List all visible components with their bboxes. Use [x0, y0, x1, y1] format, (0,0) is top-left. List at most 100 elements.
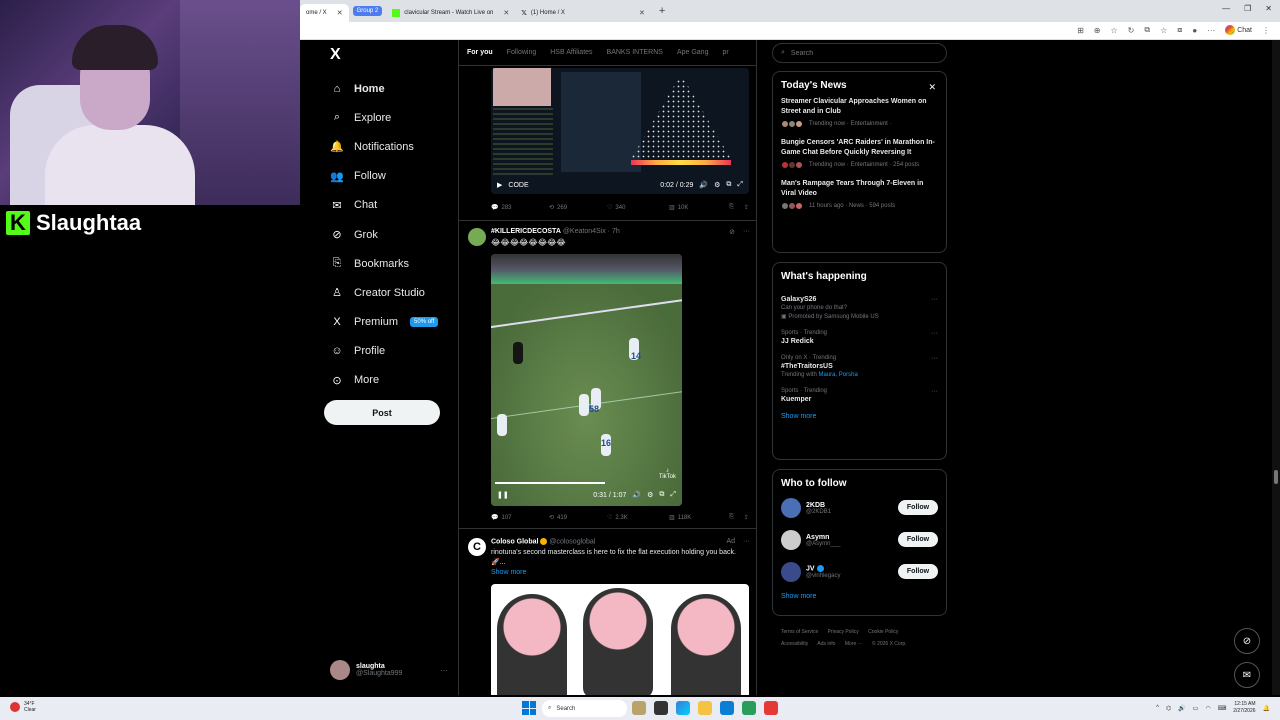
- tab-following[interactable]: Following: [507, 49, 537, 56]
- profile-icon[interactable]: ●: [1192, 26, 1197, 35]
- fullscreen-icon[interactable]: ⤢: [737, 181, 743, 189]
- browser-tab[interactable]: ome / X ✕: [300, 4, 349, 22]
- close-tab-icon[interactable]: ✕: [639, 9, 645, 17]
- sidebar-item-grok[interactable]: ⊘ Grok: [330, 220, 450, 249]
- scrollbar[interactable]: [1272, 40, 1280, 695]
- more-dots-icon[interactable]: ···: [931, 330, 938, 337]
- like-button[interactable]: ♡ 2.3K: [607, 514, 669, 522]
- sidebar-item-follow[interactable]: 👥 Follow: [330, 162, 450, 191]
- more-dots-icon[interactable]: ···: [440, 666, 448, 675]
- play-icon[interactable]: ▶: [497, 181, 502, 189]
- repost-button[interactable]: ⟲ 419: [549, 514, 607, 522]
- post-button[interactable]: Post: [324, 400, 440, 425]
- trend-item[interactable]: Sports · Trending Kuemper ···: [781, 388, 938, 403]
- sidebar-item-premium[interactable]: X Premium 50% off: [330, 308, 450, 337]
- taskbar-search[interactable]: ⌕ Search: [542, 700, 627, 717]
- sidebar-item-chat[interactable]: ✉ Chat: [330, 191, 450, 220]
- close-tab-icon[interactable]: ✕: [503, 9, 509, 17]
- minimize-icon[interactable]: —: [1222, 4, 1230, 13]
- close-tab-icon[interactable]: ✕: [337, 9, 343, 17]
- footer-link[interactable]: Ads info: [817, 641, 835, 647]
- tab-hsb-affiliates[interactable]: HSB Affiliates: [550, 49, 592, 56]
- more-dots-icon[interactable]: ···: [931, 355, 938, 362]
- refresh-icon[interactable]: ↻: [1128, 26, 1135, 35]
- tab-group-label[interactable]: Group 2: [352, 6, 383, 16]
- browser-tab[interactable]: 𝕏 (1) Home / X ✕: [515, 4, 651, 22]
- news-item[interactable]: Man's Rampage Tears Through 7-Eleven in …: [781, 179, 938, 210]
- tab-banks-interns[interactable]: BANKS INTERNS: [607, 49, 663, 56]
- footer-link[interactable]: Privacy Policy: [828, 629, 859, 635]
- bookmark-icon[interactable]: ⎘: [729, 514, 734, 521]
- footer-link[interactable]: Accessibility: [781, 641, 808, 647]
- post-video[interactable]: 14 58 16 ♪ TikTok ❚❚ 0:31 / 1:07 🔊 ⚙ ⧉ ⤢: [491, 254, 682, 506]
- chrome-icon[interactable]: [742, 701, 756, 715]
- keyboard-icon[interactable]: ⌨: [1218, 705, 1227, 712]
- reply-button[interactable]: 💬 107: [491, 514, 549, 522]
- show-more-link[interactable]: Show more: [491, 569, 526, 576]
- close-window-icon[interactable]: ✕: [1265, 4, 1272, 13]
- copilot-app-icon[interactable]: [676, 701, 690, 715]
- network-icon[interactable]: ⌬: [1166, 705, 1171, 712]
- suggested-user[interactable]: JV @vlnhlegacy Follow: [781, 561, 938, 583]
- views-button[interactable]: ▥ 118K: [669, 514, 727, 522]
- pip-icon[interactable]: ⧉: [726, 181, 731, 189]
- clock[interactable]: 12:15 AM 2/27/2026: [1233, 701, 1255, 715]
- volume-icon[interactable]: 🔊: [699, 181, 708, 189]
- favorites-icon[interactable]: ☆: [1160, 26, 1167, 35]
- more-dots-icon[interactable]: ···: [743, 538, 750, 545]
- reply-button[interactable]: 💬 283: [491, 204, 549, 212]
- wifi-icon[interactable]: ◠: [1205, 705, 1210, 712]
- edge-icon[interactable]: [720, 701, 734, 715]
- start-button[interactable]: [522, 701, 536, 715]
- sidebar-item-creator-studio[interactable]: ♙ Creator Studio: [330, 278, 450, 307]
- x-logo-icon[interactable]: X: [330, 46, 341, 64]
- author-handle[interactable]: @colosoglobal: [549, 538, 595, 545]
- tab-for-you[interactable]: For you: [467, 49, 493, 56]
- like-button[interactable]: ♡ 340: [607, 204, 669, 212]
- battery-icon[interactable]: ▭: [1193, 705, 1199, 712]
- volume-icon[interactable]: 🔊: [1178, 705, 1185, 712]
- widget-app-icon[interactable]: [632, 701, 646, 715]
- sidebar-toggle-icon[interactable]: ⋮: [1262, 26, 1270, 35]
- news-item[interactable]: Bungie Censors 'ARC Raiders' in Marathon…: [781, 138, 938, 169]
- collections-icon[interactable]: ⧇: [1177, 25, 1182, 35]
- task-view-icon[interactable]: [654, 701, 668, 715]
- fullscreen-icon[interactable]: ⤢: [670, 491, 676, 499]
- footer-link[interactable]: More ···: [845, 641, 863, 647]
- grok-float-button[interactable]: ⊘: [1234, 628, 1260, 654]
- settings-more-icon[interactable]: ···: [1207, 26, 1215, 35]
- weather-widget[interactable]: 34°F Clear: [10, 701, 36, 713]
- tab-ape-gang[interactable]: Ape Gang: [677, 49, 709, 56]
- follow-button[interactable]: Follow: [898, 532, 938, 547]
- suggested-user[interactable]: Asymn @Asymn___ Follow: [781, 529, 938, 551]
- share-icon[interactable]: ⇪: [744, 204, 749, 211]
- more-dots-icon[interactable]: ···: [743, 228, 750, 236]
- suggested-user[interactable]: 2KDB @2KDB1 Follow: [781, 497, 938, 519]
- settings-icon[interactable]: ⚙: [714, 181, 720, 189]
- close-icon[interactable]: ✕: [928, 82, 936, 93]
- author-handle[interactable]: @Keaton4Six · 7h: [563, 228, 620, 235]
- show-more-link[interactable]: Show more: [781, 413, 938, 420]
- footer-link[interactable]: Cookie Policy: [868, 629, 898, 635]
- more-dots-icon[interactable]: ···: [931, 296, 938, 303]
- sidebar-item-profile[interactable]: ☺ Profile: [330, 337, 450, 366]
- search-input[interactable]: [790, 49, 931, 57]
- avatar[interactable]: [781, 498, 801, 518]
- post-video[interactable]: ▶ CODE 0:02 / 0:29 🔊 ⚙ ⧉ ⤢: [491, 68, 749, 194]
- sidebar-item-explore[interactable]: ⌕ Explore: [330, 103, 450, 132]
- maximize-icon[interactable]: ❐: [1244, 4, 1251, 13]
- new-tab-button[interactable]: +: [659, 5, 665, 17]
- volume-icon[interactable]: 🔊: [632, 491, 641, 499]
- settings-icon[interactable]: ⚙: [647, 491, 653, 499]
- grok-icon[interactable]: ⊘: [729, 228, 735, 236]
- sidebar-item-home[interactable]: ⌂ Home: [330, 74, 450, 103]
- sidebar-item-notifications[interactable]: 🔔 Notifications: [330, 132, 450, 161]
- tab-more[interactable]: pr: [722, 49, 728, 56]
- app-icon[interactable]: [764, 701, 778, 715]
- sidebar-item-more[interactable]: ⊙ More: [330, 366, 450, 395]
- trend-item[interactable]: Sports · Trending JJ Redick ···: [781, 330, 938, 345]
- extensions-icon[interactable]: ⧉: [1144, 25, 1150, 35]
- sidebar-item-bookmarks[interactable]: ⎘ Bookmarks: [330, 249, 450, 278]
- footer-link[interactable]: Terms of Service: [781, 629, 818, 635]
- notifications-icon[interactable]: 🔔: [1263, 705, 1270, 712]
